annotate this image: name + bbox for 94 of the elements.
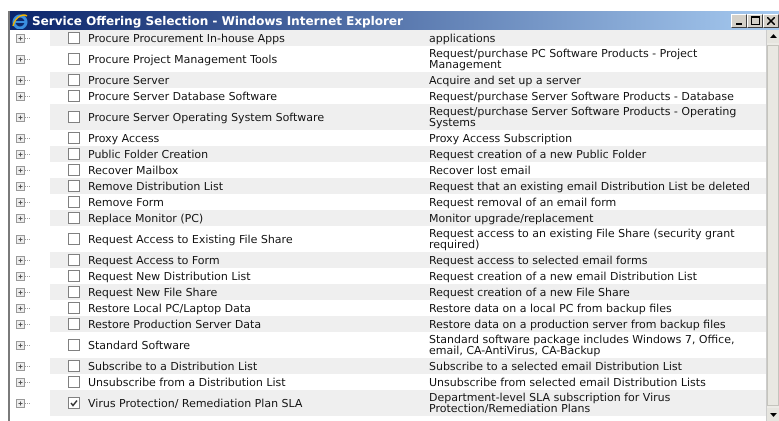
expand-icon[interactable] xyxy=(16,320,30,328)
checkbox[interactable] xyxy=(68,74,80,86)
checkbox[interactable] xyxy=(68,286,80,298)
service-description: Request access to selected email forms xyxy=(429,254,648,266)
expand-icon[interactable] xyxy=(16,272,30,280)
expand-icon[interactable] xyxy=(16,198,30,206)
service-description: Restore data on a production server from backup files xyxy=(429,318,726,330)
service-description: applications xyxy=(429,32,496,44)
service-description: Unsubscribe from selected email Distribution Lists xyxy=(429,376,706,388)
service-description: Request/purchase Server Software Products - Database xyxy=(429,90,734,102)
checkbox[interactable] xyxy=(68,233,80,245)
checkbox[interactable] xyxy=(68,254,80,266)
service-name: Replace Monitor (PC) xyxy=(88,212,204,224)
service-name: Recover Mailbox xyxy=(88,164,178,176)
service-description: Request creation of a new email Distribution List xyxy=(429,270,697,282)
checkbox[interactable] xyxy=(68,270,80,282)
minimize-icon xyxy=(736,22,742,24)
service-description: Request removal of an email form xyxy=(429,196,616,208)
service-description: Request access to an existing File Share (security grant required) xyxy=(429,227,735,251)
expand-icon[interactable] xyxy=(16,378,30,386)
service-name: Procure Server xyxy=(88,74,170,86)
minimize-button[interactable] xyxy=(731,14,747,28)
service-description: Standard software package includes Windows 7, Office, email, CA-AntiVirus, CA-Backup xyxy=(429,333,734,357)
service-description: Request/purchase PC Software Products - Project Management xyxy=(429,47,698,71)
service-name: Restore Production Server Data xyxy=(88,318,262,330)
service-name: Request Access to Existing File Share xyxy=(88,232,293,246)
service-description: Proxy Access Subscription xyxy=(429,132,572,144)
service-description: Request/purchase Server Software Products - Operating Systems xyxy=(429,105,736,129)
expand-icon[interactable] xyxy=(16,398,30,408)
service-name: Procure Server Database Software xyxy=(88,90,278,102)
expand-icon[interactable] xyxy=(16,54,30,64)
service-name: Remove Form xyxy=(88,196,164,208)
browser-logo-icon xyxy=(12,12,28,28)
service-name: Unsubscribe from a Distribution List xyxy=(88,376,286,388)
window-title: Service Offering Selection - Windows Internet Explorer xyxy=(32,12,404,30)
expand-icon[interactable] xyxy=(16,362,30,370)
expand-icon[interactable] xyxy=(16,112,30,122)
expand-icon[interactable] xyxy=(16,34,30,42)
service-name: Procure Procurement In-house Apps xyxy=(88,32,285,44)
checkbox[interactable] xyxy=(68,148,80,160)
expand-icon[interactable] xyxy=(16,166,30,174)
checkbox[interactable] xyxy=(68,360,80,372)
expand-icon[interactable] xyxy=(16,92,30,100)
service-description: Acquire and set up a server xyxy=(429,74,581,86)
checkbox[interactable] xyxy=(68,318,80,330)
scroll-down-icon[interactable] xyxy=(767,408,779,421)
checkbox[interactable] xyxy=(68,196,80,208)
checkbox[interactable] xyxy=(68,164,80,176)
checkbox[interactable] xyxy=(68,339,80,351)
close-icon xyxy=(767,16,775,24)
expand-icon[interactable] xyxy=(16,304,30,312)
service-description: Monitor upgrade/replacement xyxy=(429,212,594,224)
service-name: Standard Software xyxy=(88,338,190,352)
checkbox[interactable] xyxy=(68,212,80,224)
checkbox[interactable] xyxy=(68,32,80,44)
close-button[interactable] xyxy=(763,14,779,28)
service-name: Procure Project Management Tools xyxy=(88,52,278,66)
service-name: Request Access to Form xyxy=(88,254,220,266)
service-name: Procure Server Operating System Software xyxy=(88,110,324,124)
expand-icon[interactable] xyxy=(16,76,30,84)
checkbox[interactable] xyxy=(68,180,80,192)
scroll-up-icon[interactable] xyxy=(767,30,779,43)
expand-icon[interactable] xyxy=(16,256,30,264)
expand-icon[interactable] xyxy=(16,340,30,350)
maximize-icon xyxy=(750,16,760,25)
service-name: Restore Local PC/Laptop Data xyxy=(88,302,251,314)
checkbox[interactable] xyxy=(68,132,80,144)
expand-icon[interactable] xyxy=(16,182,30,190)
checkbox[interactable] xyxy=(68,302,80,314)
maximize-button[interactable] xyxy=(747,14,763,28)
service-description: Recover lost email xyxy=(429,164,531,176)
service-description: Subscribe to a selected email Distribution List xyxy=(429,360,682,372)
expand-icon[interactable] xyxy=(16,288,30,296)
checkbox[interactable] xyxy=(68,397,80,409)
service-description: Request creation of a new Public Folder xyxy=(429,148,646,160)
expand-icon[interactable] xyxy=(16,234,30,244)
service-name: Virus Protection/ Remediation Plan SLA xyxy=(88,396,302,410)
service-description: Department-level SLA subscription for Virus Protection/Remediation Plans xyxy=(429,391,670,415)
checkbox[interactable] xyxy=(68,376,80,388)
service-name: Subscribe to a Distribution List xyxy=(88,360,258,372)
service-name: Public Folder Creation xyxy=(88,148,208,160)
service-description: Restore data on a local PC from backup files xyxy=(429,302,672,314)
expand-icon[interactable] xyxy=(16,214,30,222)
service-description: Request creation of a new File Share xyxy=(429,286,630,298)
checkbox[interactable] xyxy=(68,90,80,102)
expand-icon[interactable] xyxy=(16,150,30,158)
service-name: Request New Distribution List xyxy=(88,270,251,282)
service-name: Remove Distribution List xyxy=(88,180,224,192)
checkbox[interactable] xyxy=(68,111,80,123)
service-name: Proxy Access xyxy=(88,132,160,144)
service-name: Request New File Share xyxy=(88,286,218,298)
expand-icon[interactable] xyxy=(16,134,30,142)
checkbox[interactable] xyxy=(68,53,80,65)
service-description: Request that an existing email Distribution List be deleted xyxy=(429,180,750,192)
